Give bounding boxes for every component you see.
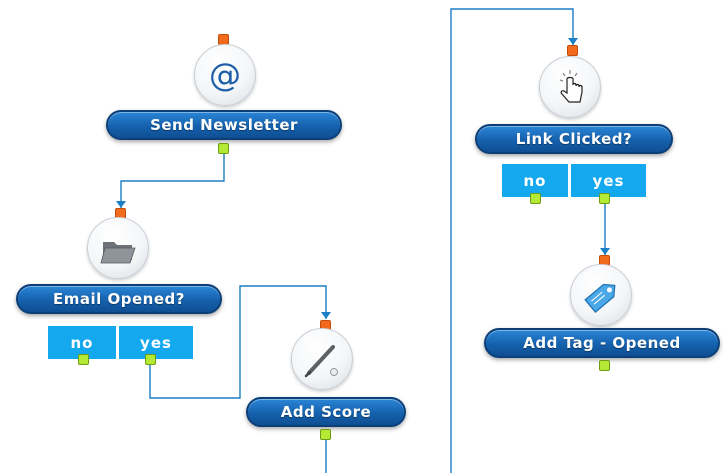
link-clicked-button[interactable]: Link Clicked? [475, 124, 673, 154]
send-newsletter-label: Send Newsletter [150, 116, 298, 134]
send-newsletter-output-port[interactable] [218, 143, 229, 154]
add-tag-opened-button[interactable]: Add Tag - Opened [484, 328, 720, 358]
email-opened-icon-node[interactable] [87, 217, 149, 279]
email-opened-button[interactable]: Email Opened? [16, 284, 222, 314]
email-opened-yes-label: yes [140, 333, 172, 352]
add-score-output-port[interactable] [320, 429, 331, 440]
add-tag-opened-label: Add Tag - Opened [523, 334, 681, 352]
email-opened-yes-branch[interactable]: yes [119, 326, 193, 359]
email-opened-yes-output-port[interactable] [145, 354, 156, 365]
add-tag-icon-node[interactable] [570, 264, 632, 326]
link-clicked-no-label: no [523, 171, 547, 190]
link-clicked-label: Link Clicked? [515, 130, 633, 148]
email-opened-no-output-port[interactable] [78, 354, 89, 365]
baseball-bat-icon [304, 345, 338, 378]
email-opened-no-label: no [70, 333, 94, 352]
link-clicked-yes-label: yes [592, 171, 625, 190]
link-clicked-yes-branch[interactable]: yes [571, 164, 646, 197]
add-score-button[interactable]: Add Score [246, 397, 406, 427]
link-clicked-input-port[interactable] [567, 45, 578, 56]
hand-pointer-click-icon [559, 70, 583, 103]
add-score-label: Add Score [280, 403, 372, 421]
link-clicked-no-output-port[interactable] [530, 193, 541, 204]
send-newsletter-icon-node[interactable]: @ [194, 44, 256, 106]
link-clicked-yes-output-port[interactable] [599, 193, 610, 204]
add-score-icon-node[interactable] [291, 328, 353, 390]
send-newsletter-button[interactable]: Send Newsletter [106, 110, 342, 140]
workflow-canvas[interactable]: @ Send Newsletter Email Opened? no yes A… [0, 0, 724, 473]
link-clicked-icon-node[interactable] [539, 56, 601, 118]
email-opened-label: Email Opened? [53, 290, 185, 308]
add-tag-output-port[interactable] [599, 360, 610, 371]
connector-send-to-opened [120, 153, 225, 208]
tag-icon [584, 283, 616, 313]
folder-icon [100, 242, 136, 264]
at-sign-icon: @ [209, 56, 241, 94]
svg-text:@: @ [209, 56, 241, 94]
